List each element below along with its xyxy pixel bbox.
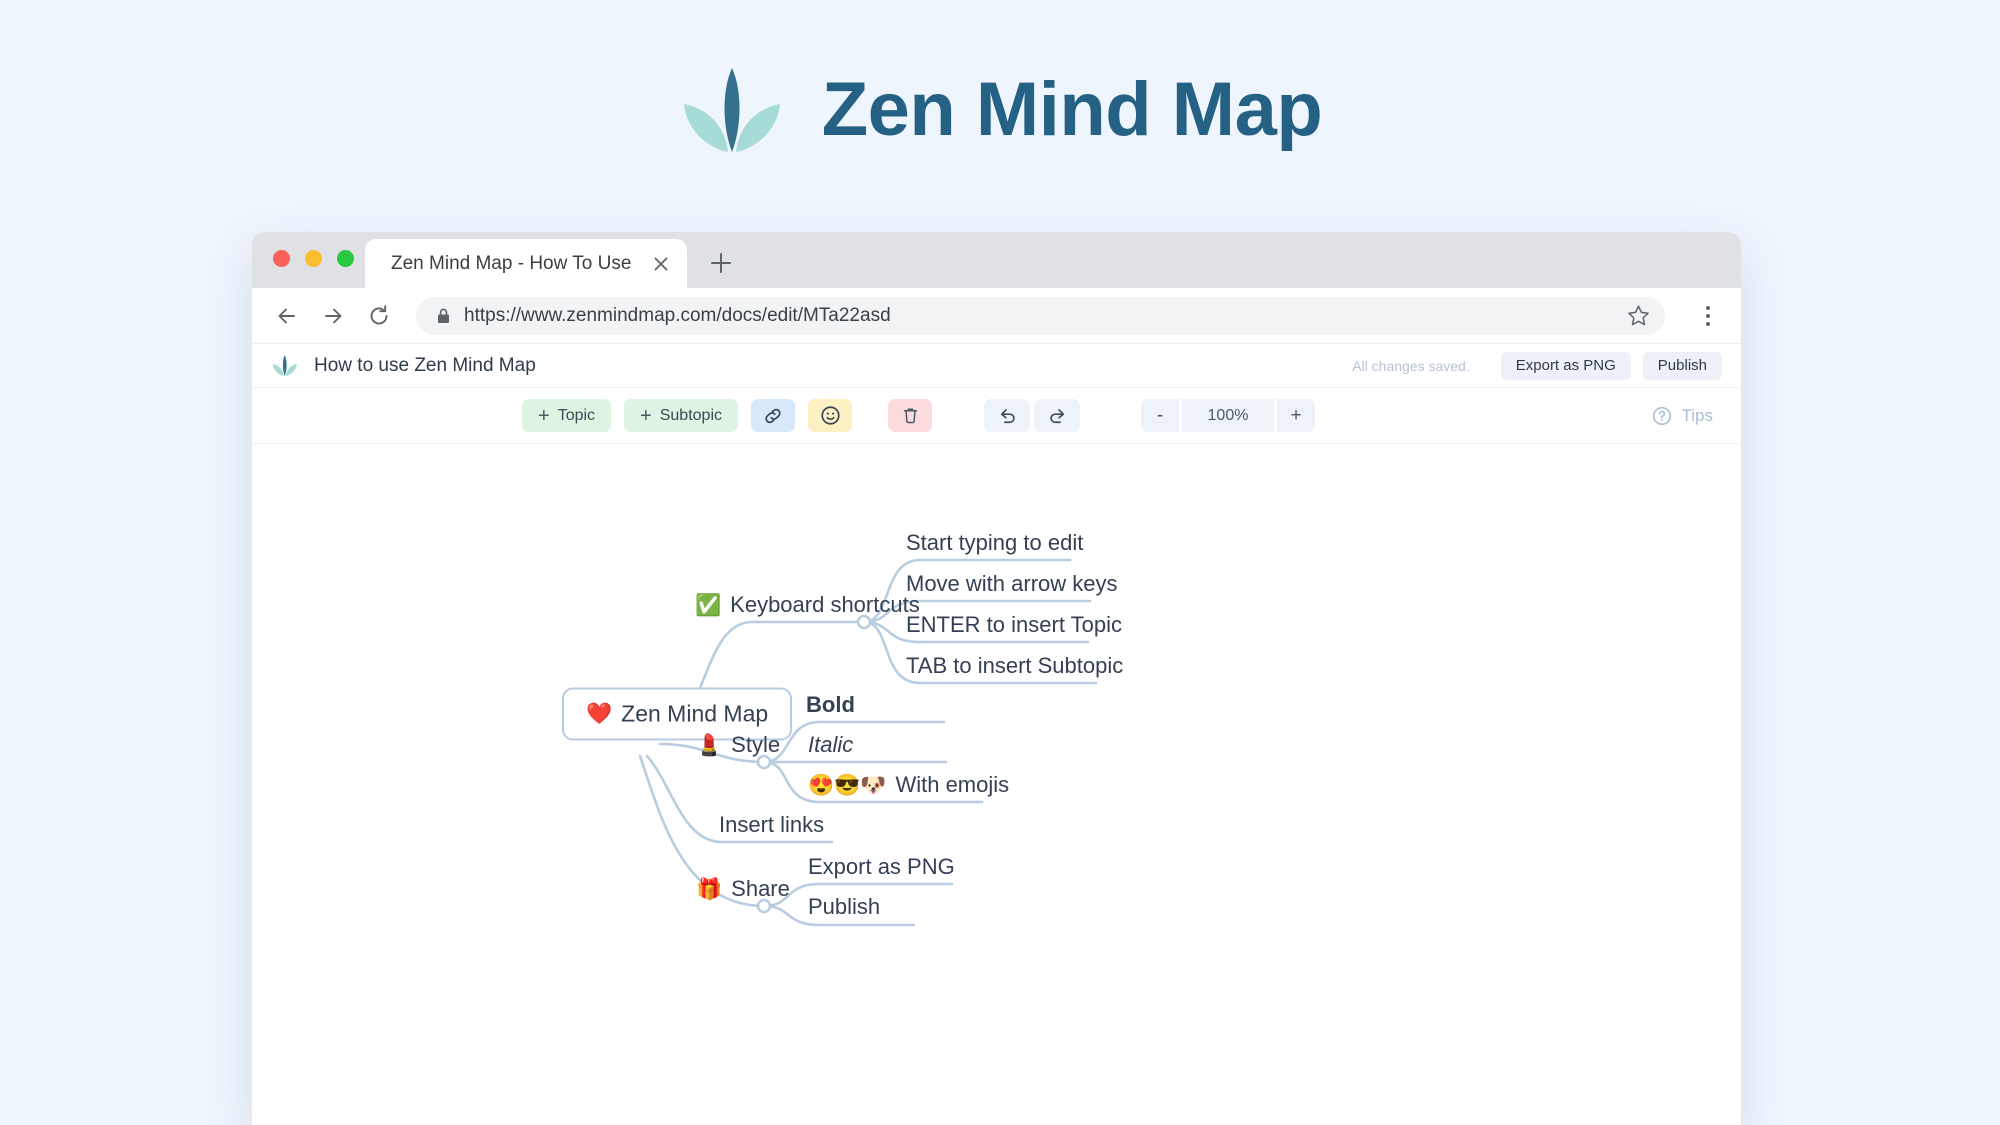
url-text: https://www.zenmindmap.com/docs/edit/MTa…	[464, 304, 891, 326]
mindmap-node-style[interactable]: 💄 Style	[696, 732, 780, 758]
mindmap-node-italic[interactable]: Italic	[808, 732, 853, 758]
mindmap-node-label: With emojis	[895, 772, 1010, 797]
lock-icon	[438, 308, 449, 323]
mindmap-node-label: Publish	[808, 894, 881, 919]
mindmap-node-move-arrow-keys[interactable]: Move with arrow keys	[906, 571, 1118, 597]
mindmap-node-label: Italic	[808, 732, 854, 757]
question-circle-icon	[1652, 406, 1671, 425]
mindmap-node-export-png[interactable]: Export as PNG	[808, 854, 955, 880]
browser-titlebar: Zen Mind Map - How To Use	[252, 232, 1741, 288]
document-title[interactable]: How to use Zen Mind Map	[314, 355, 1352, 377]
zoom-in-button[interactable]: +	[1277, 399, 1315, 432]
maximize-window-button[interactable]	[337, 250, 354, 267]
zoom-level[interactable]: 100%	[1182, 399, 1274, 432]
mindmap-node-insert-links[interactable]: Insert links	[719, 812, 824, 838]
mindmap-node-label: Move with arrow keys	[906, 571, 1118, 596]
arrow-right-icon[interactable]	[320, 303, 346, 329]
mindmap-node-start-typing[interactable]: Start typing to edit	[906, 530, 1083, 556]
mindmap-node-tab-subtopic[interactable]: TAB to insert Subtopic	[906, 653, 1123, 679]
insert-emoji-button[interactable]	[808, 399, 852, 432]
browser-navbar: https://www.zenmindmap.com/docs/edit/MTa…	[252, 288, 1741, 343]
traffic-lights	[273, 250, 354, 267]
mindmap-node-label: Style	[731, 732, 781, 757]
add-subtopic-button[interactable]: + Subtopic	[624, 399, 738, 432]
mindmap-node-label: Keyboard shortcuts	[730, 592, 920, 617]
mindmap-node-label: Insert links	[719, 812, 825, 837]
gift-emoji: 🎁	[696, 877, 723, 901]
minimize-window-button[interactable]	[305, 250, 322, 267]
mindmap-root-label: Zen Mind Map	[621, 700, 769, 727]
add-subtopic-label: Subtopic	[659, 406, 722, 424]
mindmap-node-label: TAB to insert Subtopic	[906, 653, 1124, 678]
mindmap-node-label: Export as PNG	[808, 854, 955, 879]
publish-button[interactable]: Publish	[1642, 351, 1722, 380]
browser-window: Zen Mind Map - How To Use https://www.ze…	[252, 232, 1741, 1125]
address-bar[interactable]: https://www.zenmindmap.com/docs/edit/MTa…	[416, 296, 1665, 335]
plus-icon: +	[640, 404, 652, 427]
new-tab-button[interactable]	[707, 249, 735, 277]
mindmap-node-share[interactable]: 🎁 Share	[696, 876, 790, 902]
plus-icon: +	[538, 404, 550, 427]
undo-icon	[1000, 409, 1015, 424]
delete-node-button[interactable]	[888, 399, 932, 432]
close-icon[interactable]	[649, 252, 673, 276]
star-icon[interactable]	[1626, 303, 1651, 328]
mindmap-node-label: Bold	[806, 692, 855, 717]
add-topic-label: Topic	[557, 406, 596, 424]
app-header: How to use Zen Mind Map All changes save…	[252, 343, 1741, 388]
hero-banner: Zen Mind Map	[0, 0, 2000, 220]
link-icon	[765, 408, 781, 423]
export-png-button[interactable]: Export as PNG	[1500, 351, 1631, 380]
insert-link-button[interactable]	[751, 399, 795, 432]
mindmap-canvas[interactable]: ❤️ Zen Mind Map ✅ Keyboard shortcuts Sta…	[252, 444, 1741, 1125]
kebab-menu-icon[interactable]	[1697, 305, 1719, 326]
arrow-left-icon[interactable]	[274, 303, 300, 329]
mindmap-node-with-emojis[interactable]: 😍😎🐶 With emojis	[808, 772, 1009, 798]
mindmap-node-keyboard-shortcuts[interactable]: ✅ Keyboard shortcuts	[695, 592, 920, 618]
trash-icon	[903, 408, 917, 424]
lotus-leaf-icon	[683, 68, 780, 152]
redo-button[interactable]	[1034, 399, 1080, 432]
browser-tab[interactable]: Zen Mind Map - How To Use	[365, 239, 687, 288]
close-window-button[interactable]	[273, 250, 290, 267]
add-topic-button[interactable]: + Topic	[522, 399, 612, 432]
lipstick-emoji: 💄	[696, 733, 723, 757]
tab-title: Zen Mind Map - How To Use	[391, 252, 632, 274]
heart-emoji: ❤️	[586, 702, 613, 726]
mindmap-node-bold[interactable]: Bold	[806, 692, 855, 718]
page-title: Zen Mind Map	[821, 67, 1323, 152]
mindmap-node-label: Share	[731, 876, 790, 901]
editor-toolbar: + Topic + Subtopic - 100% + Tips	[252, 388, 1741, 444]
save-status: All changes saved.	[1352, 357, 1470, 374]
tips-label: Tips	[1681, 405, 1714, 425]
zoom-out-button[interactable]: -	[1141, 399, 1179, 432]
smiley-icon	[820, 406, 840, 425]
lotus-leaf-icon	[272, 355, 297, 376]
redo-icon	[1049, 409, 1064, 424]
undo-button[interactable]	[984, 399, 1030, 432]
mindmap-node-label: ENTER to insert Topic	[906, 612, 1123, 637]
mindmap-node-publish[interactable]: Publish	[808, 894, 880, 920]
check-mark-emoji: ✅	[695, 593, 722, 617]
mindmap-node-enter-topic[interactable]: ENTER to insert Topic	[906, 612, 1122, 638]
tips-button[interactable]: Tips	[1651, 405, 1714, 427]
emoji-set: 😍😎🐶	[808, 773, 887, 797]
reload-icon[interactable]	[366, 303, 392, 329]
mindmap-node-label: Start typing to edit	[906, 530, 1084, 555]
